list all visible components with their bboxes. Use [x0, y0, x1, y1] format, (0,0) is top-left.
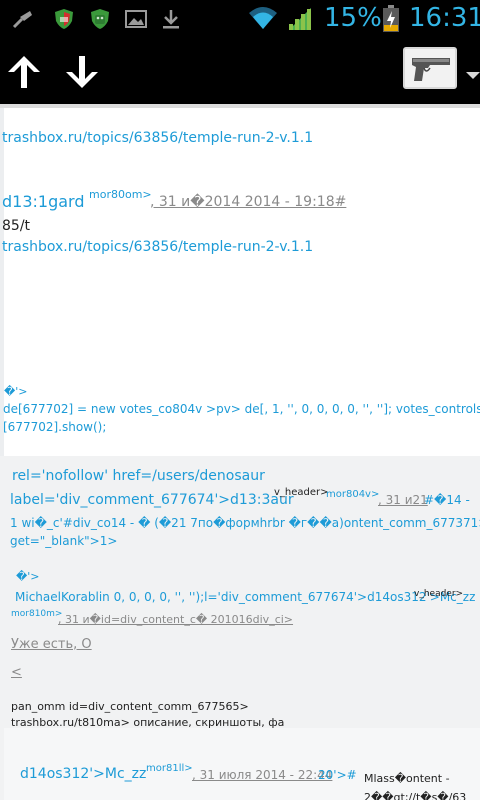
clock: 16:31: [409, 3, 480, 33]
last-right1: Mlass�ontent -: [364, 772, 450, 785]
nested-sup: v_header>: [414, 589, 464, 599]
comment-date[interactable]: , 31 и�2014 2014 - 19:18#: [150, 194, 346, 210]
reply-sup2: mor804v>: [326, 489, 380, 500]
action-bar: [0, 38, 480, 106]
reply-line3: 1 wi�_c'#div_co14 - � (�21 7по�формhrbr …: [10, 516, 480, 530]
pistol-icon: [412, 58, 450, 81]
battery-percent: 15%: [324, 3, 382, 33]
status-bar: 15% 16:31: [0, 0, 480, 38]
weapon-menu-button[interactable]: [403, 47, 457, 89]
topic-link[interactable]: trashbox.ru/topics/63856/temple-run-2-v.…: [2, 130, 313, 146]
vote-marker: �'>: [4, 385, 28, 398]
reply-line4: get="_blank">1>: [10, 534, 118, 548]
nested-lt[interactable]: <: [11, 665, 22, 680]
arrow-down-icon[interactable]: [62, 52, 102, 92]
wifi-icon: [249, 7, 277, 29]
download-icon: [163, 10, 179, 29]
gallery-icon: [125, 10, 147, 28]
reply-author[interactable]: label='div_comment_677674'>d13:3aur: [10, 492, 294, 508]
dropdown-icon[interactable]: [466, 72, 480, 79]
nested-line-a: pan_omm id=div_content_comm_677565>: [11, 700, 249, 713]
last-comment-panel: d14os312'>Mc_zz mor81ll> , 31 июля 2014 …: [4, 728, 480, 800]
reply-sup1: v_header>: [274, 487, 329, 498]
nested-text[interactable]: Уже есть, О: [11, 637, 92, 652]
reply-line1[interactable]: rel='nofollow' href=/users/denosaur: [12, 468, 265, 484]
comment-author[interactable]: d13:1gard: [2, 192, 85, 211]
last-sup: mor81ll>: [146, 763, 193, 774]
last-right2: 2��gt;//t�s�/63: [364, 791, 467, 800]
nested-sup2: mor810m>: [11, 609, 63, 619]
arrow-up-icon[interactable]: [4, 52, 44, 92]
reply-tail: #�14 -: [424, 493, 470, 507]
shield-red-icon: [55, 9, 73, 29]
comment-sup: mor80om>: [89, 188, 152, 201]
vote-script-line1: de[677702] = new votes_co804v >pv> de[, …: [3, 402, 480, 416]
nested-marker: �'>: [16, 570, 40, 583]
last-tail: 20'>#: [318, 768, 357, 782]
vote-script-line2: [677702].show();: [3, 420, 107, 434]
comment-body: 85/t: [2, 218, 31, 234]
last-author[interactable]: d14os312'>Mc_zz: [20, 766, 146, 782]
nested-date[interactable]: , 31 и�id=div_content_c� 201016div_ci>: [58, 613, 293, 626]
signal-icon: [289, 8, 311, 30]
reply-date[interactable]: , 31 и21: [378, 493, 428, 507]
usb-broom-icon: [12, 11, 32, 29]
comment-link[interactable]: trashbox.ru/topics/63856/temple-run-2-v.…: [2, 239, 313, 255]
battery-icon: [383, 5, 399, 32]
last-date[interactable]: , 31 июля 2014 - 22:44: [192, 768, 332, 782]
nested-line1: MichaelKorablin 0, 0, 0, 0, '', '');l='d…: [15, 590, 476, 604]
android-green-icon: [91, 9, 109, 29]
comments-content[interactable]: trashbox.ru/topics/63856/temple-run-2-v.…: [0, 108, 480, 800]
